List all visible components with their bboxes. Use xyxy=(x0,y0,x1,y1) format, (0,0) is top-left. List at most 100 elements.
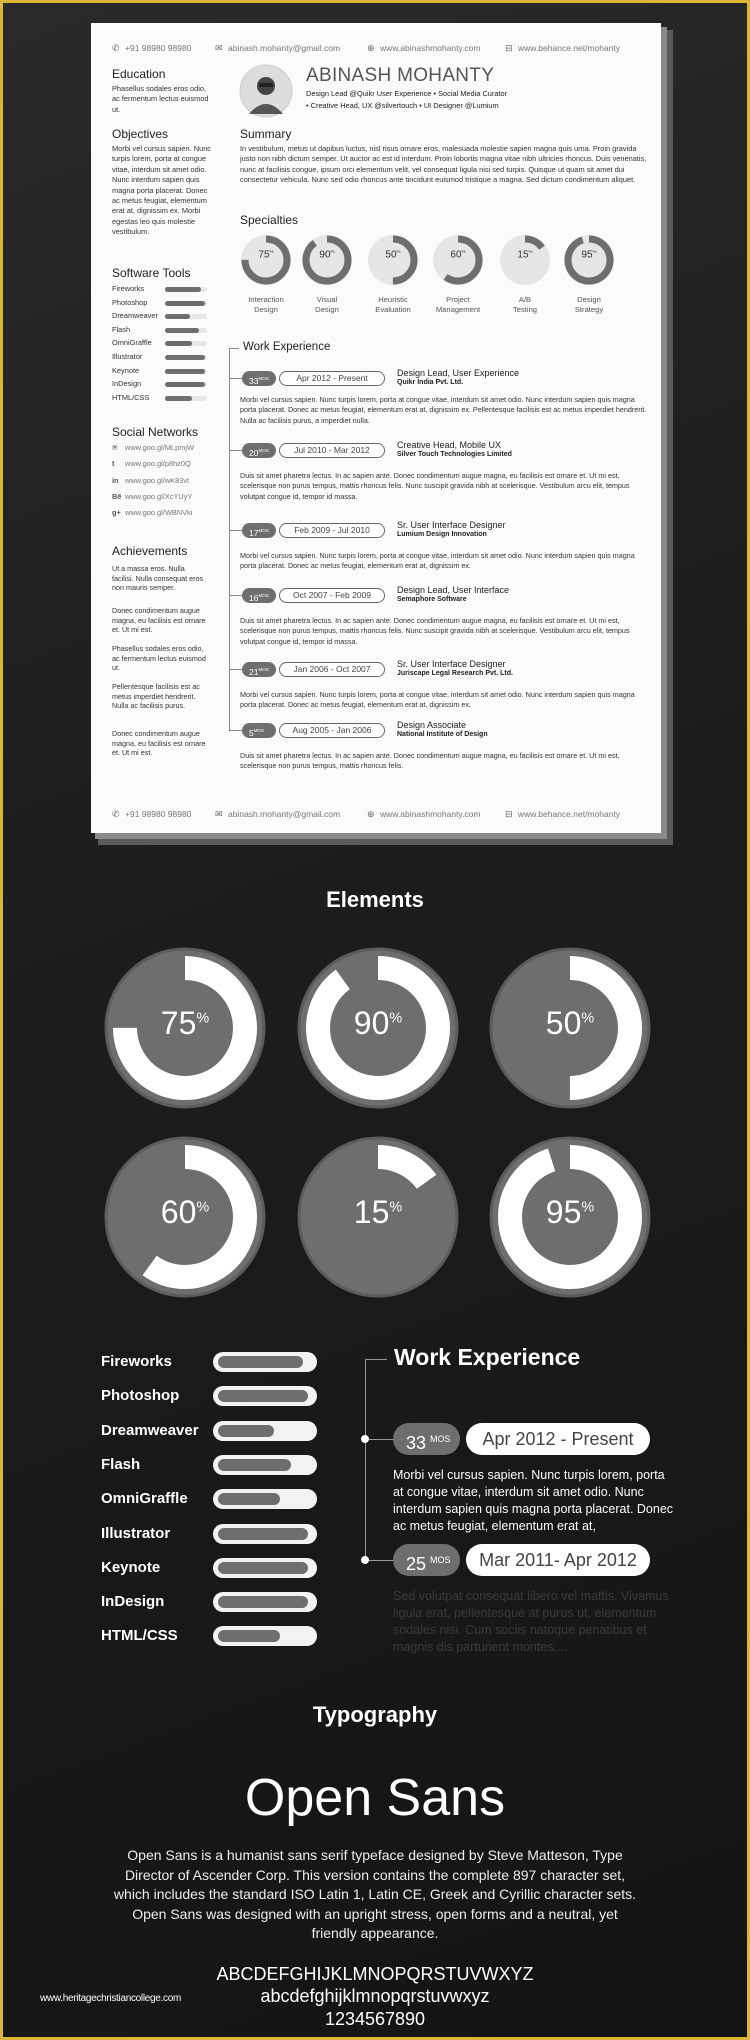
skill-bar xyxy=(213,1489,317,1510)
donut-value: 95% xyxy=(545,1194,595,1230)
job-description: Duis sit amet pharetra lectus. In ac sap… xyxy=(240,616,630,646)
skill-name: Flash xyxy=(112,324,131,334)
software-skill: Flash xyxy=(112,325,212,337)
skill-bar xyxy=(213,1352,317,1372)
skill-name: InDesign xyxy=(101,1593,165,1611)
date-range: Jan 2006 - Oct 2007 xyxy=(279,662,385,677)
donut-value: 90% xyxy=(353,1005,403,1041)
objectives-text: Morbi vel cursus sapien. Nunc turpis lor… xyxy=(112,144,211,237)
social-link[interactable]: Bē www.goo.gl/XcYUyY xyxy=(112,492,192,501)
social-url: www.goo.gl/p8hz0Q xyxy=(125,459,191,469)
watermark: www.heritagechristiancollege.com xyxy=(40,1993,182,2004)
typography-heading: Typography xyxy=(312,1702,438,1727)
job-description: Duis sit amet pharetra lectus. In ac sap… xyxy=(240,471,630,501)
specialty-value: 60% xyxy=(450,249,466,261)
skill-bar-fill xyxy=(218,1630,281,1643)
skill-bar xyxy=(213,1592,317,1613)
skill-bar xyxy=(213,1386,317,1407)
skill-bar-fill xyxy=(165,368,205,374)
timeline-node xyxy=(229,378,242,379)
skill-bar xyxy=(165,355,207,360)
job-description: Morbi vel cursus sapien. Nunc turpis lor… xyxy=(240,690,635,710)
date-range: Feb 2009 - Jul 2010 xyxy=(279,523,385,538)
skill-name: Keynote xyxy=(101,1558,161,1576)
skill-bar-fill xyxy=(165,355,205,360)
contact-website[interactable]: ⊕ www.abinashmohanty.com xyxy=(367,43,480,54)
specialty-item: 15% A/B Testing xyxy=(495,234,555,315)
months-badge: 25 MOS xyxy=(393,1544,460,1576)
skill-name: Keynote xyxy=(112,365,140,375)
skill-donut: 95% xyxy=(489,1136,651,1298)
contact-bar-top: ✆ +91 98980 98980 ✉ abinash.mohanty@gmail.… xyxy=(91,43,661,57)
donut-value: 60% xyxy=(160,1194,210,1230)
social-link[interactable]: g+ www.goo.gl/WBNVki xyxy=(112,508,192,517)
contact-behance[interactable]: ⊟ www.behance.net/mohanty xyxy=(505,43,620,54)
skill-name: InDesign xyxy=(112,379,142,389)
timeline-node xyxy=(229,730,242,731)
timeline-line xyxy=(365,1359,366,1560)
months-badge: 21MOS xyxy=(242,662,276,677)
software-skill: InDesign xyxy=(112,379,212,391)
contact-website[interactable]: ⊕ www.abinashmohanty.com xyxy=(367,809,480,820)
job-description: Morbi vel cursus sapien. Nunc turpis lor… xyxy=(393,1468,674,1533)
skill-bar-fill xyxy=(165,314,191,320)
company-name: Silver Touch Technologies Limited xyxy=(397,451,512,458)
skill-donut: 90% xyxy=(297,947,459,1109)
achievement-item: Pellentesque facilisis est ac metus impe… xyxy=(112,682,200,710)
software-skill: Keynote xyxy=(112,366,212,378)
software-skill: Illustrator xyxy=(112,352,212,364)
date-range: Apr 2012 - Present xyxy=(466,1423,650,1455)
resume-paper: ✆ +91 98980 98980 ✉ abinash.mohanty@gmail.… xyxy=(91,23,661,833)
specialty-label: Heuristic Evaluation xyxy=(375,295,411,314)
social-link[interactable]: in www.goo.gl/wK83vt xyxy=(112,476,189,485)
job-title: Design Lead, User Interface xyxy=(397,585,510,595)
social-link[interactable]: ℗ www.goo.gl/MLpmjW xyxy=(112,443,194,452)
software-skill: Dreamweaver xyxy=(112,311,212,323)
social-url: www.goo.gl/wK83vt xyxy=(125,475,190,485)
contact-email[interactable]: ✉ abinash.mohanty@gmail.com xyxy=(215,43,340,54)
skill-bar-fill xyxy=(218,1458,292,1471)
font-name: Open Sans xyxy=(244,1769,506,1827)
contact-email[interactable]: ✉ abinash.mohanty@gmail.com xyxy=(215,809,340,820)
specialty-label: A/B Testing xyxy=(512,295,538,314)
specialty-value: 95% xyxy=(581,249,597,261)
skill-name: HTML/CSS xyxy=(101,1627,178,1645)
skill-bar xyxy=(165,382,207,388)
skill-bar xyxy=(165,314,207,320)
specialty-item: 60% Project Management xyxy=(428,234,488,315)
skill-name: Flash xyxy=(101,1455,141,1473)
months-badge: 17MOS xyxy=(242,523,276,538)
work-heading: Work Experience xyxy=(243,341,331,353)
arrow-icon xyxy=(365,1359,387,1360)
achievement-item: Donec condimentum augue magna, eu facili… xyxy=(112,729,206,757)
skill-bar xyxy=(213,1626,317,1647)
skill-bar-fill xyxy=(218,1561,309,1574)
briefcase-icon: ⊟ xyxy=(505,809,513,819)
software-skill: Photoshop xyxy=(112,298,212,310)
resume-name: ABINASH MOHANTY xyxy=(306,65,495,86)
arrow-icon xyxy=(229,348,239,349)
skill-name: Dreamweaver xyxy=(101,1421,199,1439)
contact-phone: ✆ +91 98980 98980 xyxy=(112,809,192,819)
timeline-node xyxy=(229,450,242,451)
mail-icon: ✉ xyxy=(215,809,223,819)
skill-name: Illustrator xyxy=(112,352,143,361)
specialty-value: 50% xyxy=(385,249,401,261)
job-title: Sr. User Interface Designer xyxy=(397,659,506,669)
job-description: Duis sit amet pharetra lectus. In ac sap… xyxy=(240,751,620,771)
twitter-icon: t xyxy=(112,459,115,469)
social-link[interactable]: t www.goo.gl/p8hz0Q xyxy=(112,459,191,468)
company-name: Quikr India Pvt. Ltd. xyxy=(397,379,464,386)
timeline-node xyxy=(229,595,242,596)
contact-behance[interactable]: ⊟ www.behance.net/mohanty xyxy=(505,809,620,820)
donut-value: 75% xyxy=(160,1005,210,1041)
digits: 1234567890 xyxy=(324,2009,426,2029)
google-plus-icon: g+ xyxy=(112,508,121,518)
donut-value: 15% xyxy=(353,1194,403,1230)
timeline-node xyxy=(229,669,242,670)
specialties-heading: Specialties xyxy=(240,213,299,227)
skill-bar xyxy=(165,327,207,333)
job-title: Design Lead, User Experience xyxy=(397,368,520,378)
months-badge: 5MOS xyxy=(242,723,276,738)
dark-work-heading: Work Experience xyxy=(394,1344,581,1370)
